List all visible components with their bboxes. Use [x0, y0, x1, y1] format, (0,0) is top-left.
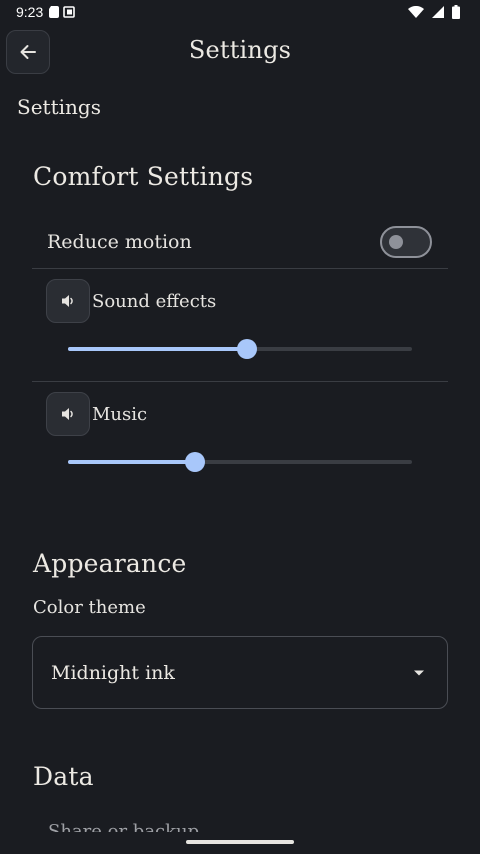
reduce-motion-label: Reduce motion: [47, 231, 192, 253]
reduce-motion-switch[interactable]: [380, 226, 432, 258]
wifi-icon: [408, 6, 424, 18]
sound-effects-slider[interactable]: [68, 339, 412, 359]
music-label: Music: [92, 403, 148, 425]
battery-icon: [452, 5, 460, 19]
slider-thumb[interactable]: [236, 339, 257, 359]
comfort-settings-title: Comfort Settings: [33, 162, 254, 191]
music-slider[interactable]: [68, 452, 412, 472]
appearance-title: Appearance: [33, 549, 187, 578]
signal-icon: [432, 6, 444, 18]
data-title: Data: [33, 762, 94, 791]
screen-subheading: Settings: [17, 95, 101, 119]
page-title: Settings: [188, 36, 292, 64]
sound-effects-mute-button[interactable]: [46, 279, 90, 323]
sound-effects-setting: Sound effects: [32, 279, 448, 379]
divider: [32, 381, 448, 382]
color-theme-dropdown[interactable]: Midnight ink: [32, 636, 448, 709]
slider-active-track: [68, 460, 196, 464]
slider-thumb[interactable]: [185, 452, 206, 472]
top-app-bar: Settings: [0, 30, 480, 76]
home-indicator[interactable]: [186, 840, 294, 844]
sound-effects-label: Sound effects: [92, 290, 217, 312]
color-theme-label: Color theme: [33, 597, 146, 618]
volume-icon: [60, 293, 76, 309]
music-header: Music: [46, 392, 147, 436]
volume-icon: [60, 406, 76, 422]
slider-active-track: [68, 347, 247, 351]
status-bar: 9:23: [0, 0, 480, 24]
screen-icon: [63, 6, 76, 18]
switch-knob: [389, 235, 403, 249]
sound-effects-header: Sound effects: [46, 279, 216, 323]
music-mute-button[interactable]: [46, 392, 90, 436]
status-time: 9:23: [16, 4, 44, 20]
sd-card-icon: [49, 6, 60, 18]
share-backup-item[interactable]: Share or backup: [48, 818, 199, 832]
reduce-motion-row[interactable]: Reduce motion: [32, 216, 448, 268]
dropdown-arrow-icon: [413, 669, 425, 677]
music-setting: Music: [32, 392, 448, 492]
divider: [32, 268, 448, 269]
color-theme-value: Midnight ink: [51, 661, 175, 684]
